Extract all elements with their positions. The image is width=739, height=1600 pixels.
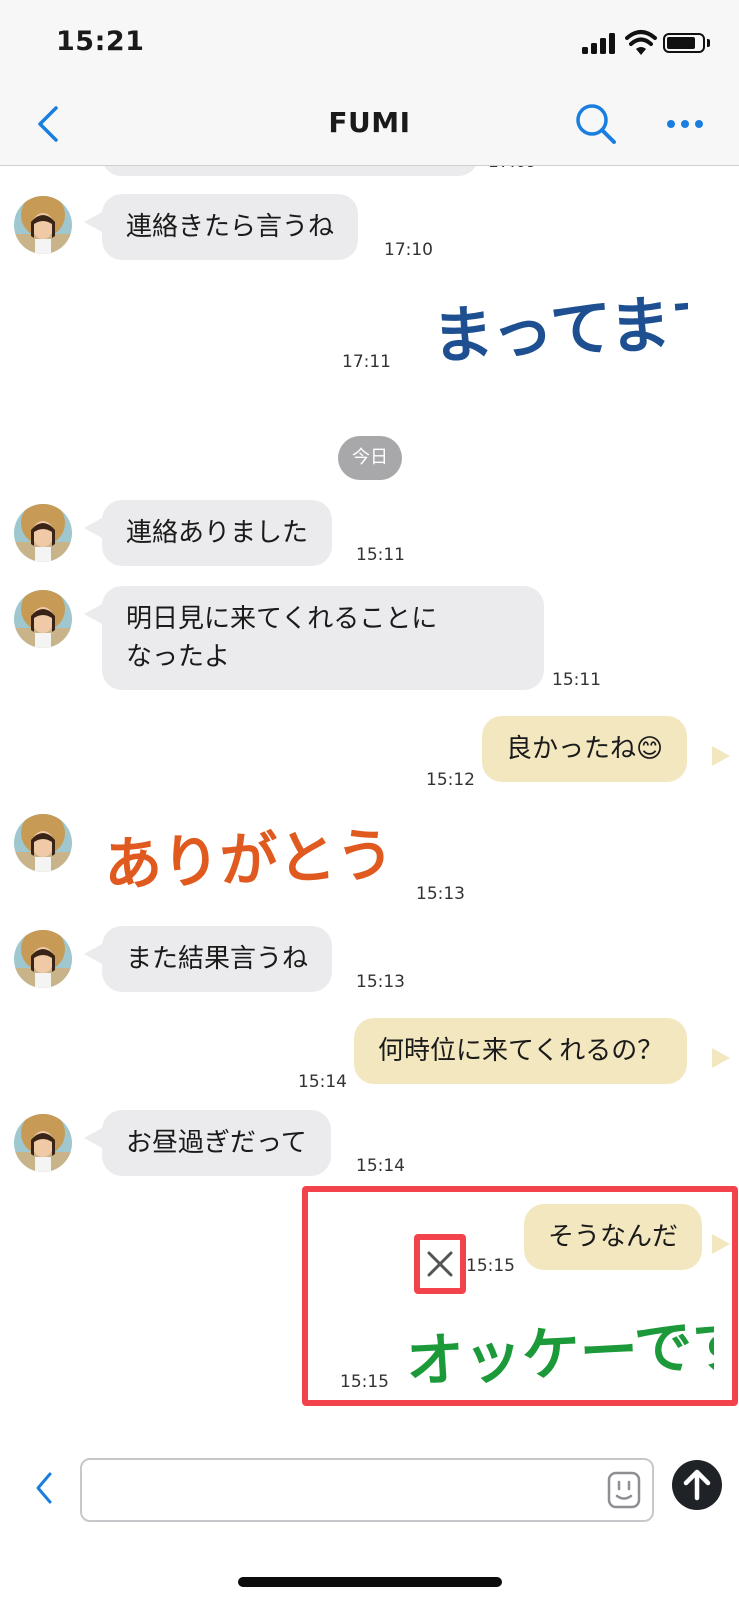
message-time: 15:15	[466, 1256, 515, 1276]
send-arrow-icon	[683, 1469, 711, 1501]
message-time: 17:10	[384, 240, 433, 260]
avatar-icon	[14, 1114, 72, 1172]
home-indicator[interactable]	[238, 1577, 502, 1587]
message-input-box[interactable]	[80, 1458, 654, 1522]
message-text: 連絡ありました	[126, 518, 309, 548]
message-time: 15:12	[426, 770, 475, 790]
message-time: 15:14	[356, 1156, 405, 1176]
incoming-message-bubble[interactable]: 明日見に来てくれることに なったよ	[102, 586, 544, 690]
close-icon	[427, 1251, 453, 1277]
contact-avatar[interactable]	[14, 504, 72, 562]
contact-avatar[interactable]	[14, 590, 72, 648]
date-separator: 今日	[338, 436, 402, 480]
sticker-arigatou[interactable]: ありがとう	[102, 812, 392, 904]
sticker-text: ありがとう	[103, 821, 392, 899]
message-time: 15:13	[416, 884, 465, 904]
message-time: 17:11	[342, 352, 391, 372]
search-icon[interactable]	[574, 102, 618, 146]
message-time: 15:11	[552, 670, 601, 690]
close-button[interactable]	[414, 1234, 466, 1294]
outgoing-message-bubble[interactable]: 良かったね😊	[482, 716, 688, 782]
input-bar	[0, 1420, 739, 1600]
outgoing-message-bubble[interactable]: 何時位に来てくれるの？	[354, 1018, 688, 1084]
incoming-message-bubble[interactable]: お昼過ぎだって	[102, 1110, 331, 1176]
outgoing-message-bubble[interactable]: そうなんだ	[524, 1204, 703, 1270]
chat-area: 17:09 連絡きたら言うね 17:10 17:11 まってます 今日 連絡あり…	[0, 0, 739, 1600]
header-bar: 15:21 FUMI	[0, 0, 739, 166]
avatar-icon	[14, 590, 72, 648]
message-text: また結果言うね	[126, 944, 309, 974]
sticker-okke-desu[interactable]: オッケーです	[404, 1306, 714, 1398]
signal-icon	[582, 32, 618, 54]
contact-avatar[interactable]	[14, 930, 72, 988]
avatar-icon	[14, 196, 72, 254]
sticker-matte-masu[interactable]: まってます	[428, 286, 688, 372]
message-time: 15:11	[356, 545, 405, 565]
contact-avatar[interactable]	[14, 1114, 72, 1172]
message-text: お昼過ぎだって	[126, 1128, 307, 1158]
more-icon[interactable]	[665, 110, 705, 138]
status-time: 15:21	[56, 26, 145, 57]
sticker-text: オッケーです	[404, 1310, 714, 1396]
avatar-icon	[14, 814, 72, 872]
chevron-left-icon[interactable]	[30, 1468, 60, 1508]
avatar-icon	[14, 504, 72, 562]
incoming-message-bubble[interactable]: 連絡きたら言うね	[102, 194, 359, 260]
emoji-icon[interactable]	[606, 1470, 642, 1510]
wifi-icon	[625, 30, 657, 55]
sticker-text: まってます	[430, 286, 688, 372]
message-text-line: 明日見に来てくれることに	[126, 604, 438, 634]
incoming-message-bubble[interactable]: 連絡ありました	[102, 500, 333, 566]
message-text-line: なったよ	[126, 642, 231, 672]
message-text: 連絡きたら言うね	[126, 212, 335, 242]
message-input[interactable]	[94, 1466, 574, 1514]
battery-cap	[707, 39, 710, 47]
incoming-message-bubble[interactable]: また結果言うね	[102, 926, 333, 992]
battery-icon	[663, 33, 705, 53]
avatar-icon	[14, 930, 72, 988]
send-button[interactable]	[672, 1460, 722, 1510]
message-time: 15:14	[298, 1072, 347, 1092]
message-text: 良かったね😊	[506, 734, 664, 764]
message-text: そうなんだ	[548, 1222, 679, 1252]
contact-avatar[interactable]	[14, 814, 72, 872]
message-time: 15:13	[356, 972, 405, 992]
message-time: 15:15	[340, 1372, 389, 1392]
message-text: 何時位に来てくれるの？	[378, 1036, 664, 1066]
contact-avatar[interactable]	[14, 196, 72, 254]
chat-title: FUMI	[328, 106, 411, 139]
